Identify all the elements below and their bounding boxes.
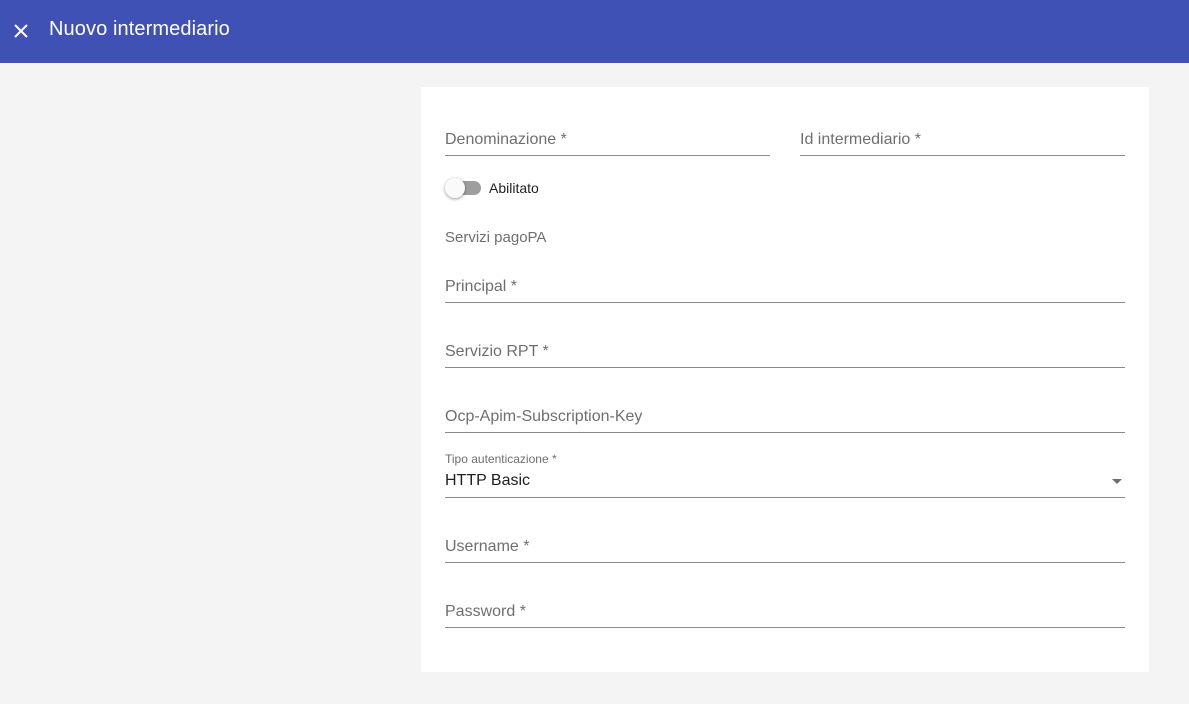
close-button[interactable] bbox=[9, 19, 33, 43]
form-card: Denominazione * Id intermediario * Abili… bbox=[421, 87, 1149, 672]
tipo-autenticazione-label: Tipo autenticazione * bbox=[445, 452, 557, 466]
id-intermediario-label: Id intermediario * bbox=[800, 131, 921, 148]
page-title: Nuovo intermediario bbox=[49, 18, 230, 40]
abilitato-label: Abilitato bbox=[489, 180, 539, 196]
username-field[interactable]: Username * bbox=[445, 532, 1125, 563]
principal-label: Principal * bbox=[445, 278, 518, 295]
id-intermediario-field[interactable]: Id intermediario * bbox=[800, 125, 1125, 156]
password-field[interactable]: Password * bbox=[445, 597, 1125, 628]
principal-field[interactable]: Principal * bbox=[445, 272, 1125, 303]
tipo-autenticazione-value: HTTP Basic bbox=[445, 472, 531, 489]
servizio-rpt-label: Servizio RPT * bbox=[445, 343, 549, 360]
username-label: Username * bbox=[445, 538, 530, 555]
abilitato-toggle[interactable] bbox=[445, 178, 483, 198]
top-toolbar: Nuovo intermediario bbox=[0, 0, 1189, 63]
dropdown-arrow-icon bbox=[1112, 479, 1122, 484]
password-label: Password * bbox=[445, 603, 526, 620]
toggle-thumb bbox=[445, 178, 465, 198]
servizio-rpt-field[interactable]: Servizio RPT * bbox=[445, 337, 1125, 368]
subscription-key-field[interactable]: Ocp-Apim-Subscription-Key bbox=[445, 402, 1125, 433]
denominazione-field[interactable]: Denominazione * bbox=[445, 125, 770, 156]
subscription-key-label: Ocp-Apim-Subscription-Key bbox=[445, 408, 643, 425]
tipo-autenticazione-select[interactable]: HTTP Basic bbox=[445, 467, 1125, 498]
section-title-servizi: Servizi pagoPA bbox=[445, 229, 547, 246]
denominazione-label: Denominazione * bbox=[445, 131, 567, 148]
close-icon bbox=[14, 24, 28, 38]
